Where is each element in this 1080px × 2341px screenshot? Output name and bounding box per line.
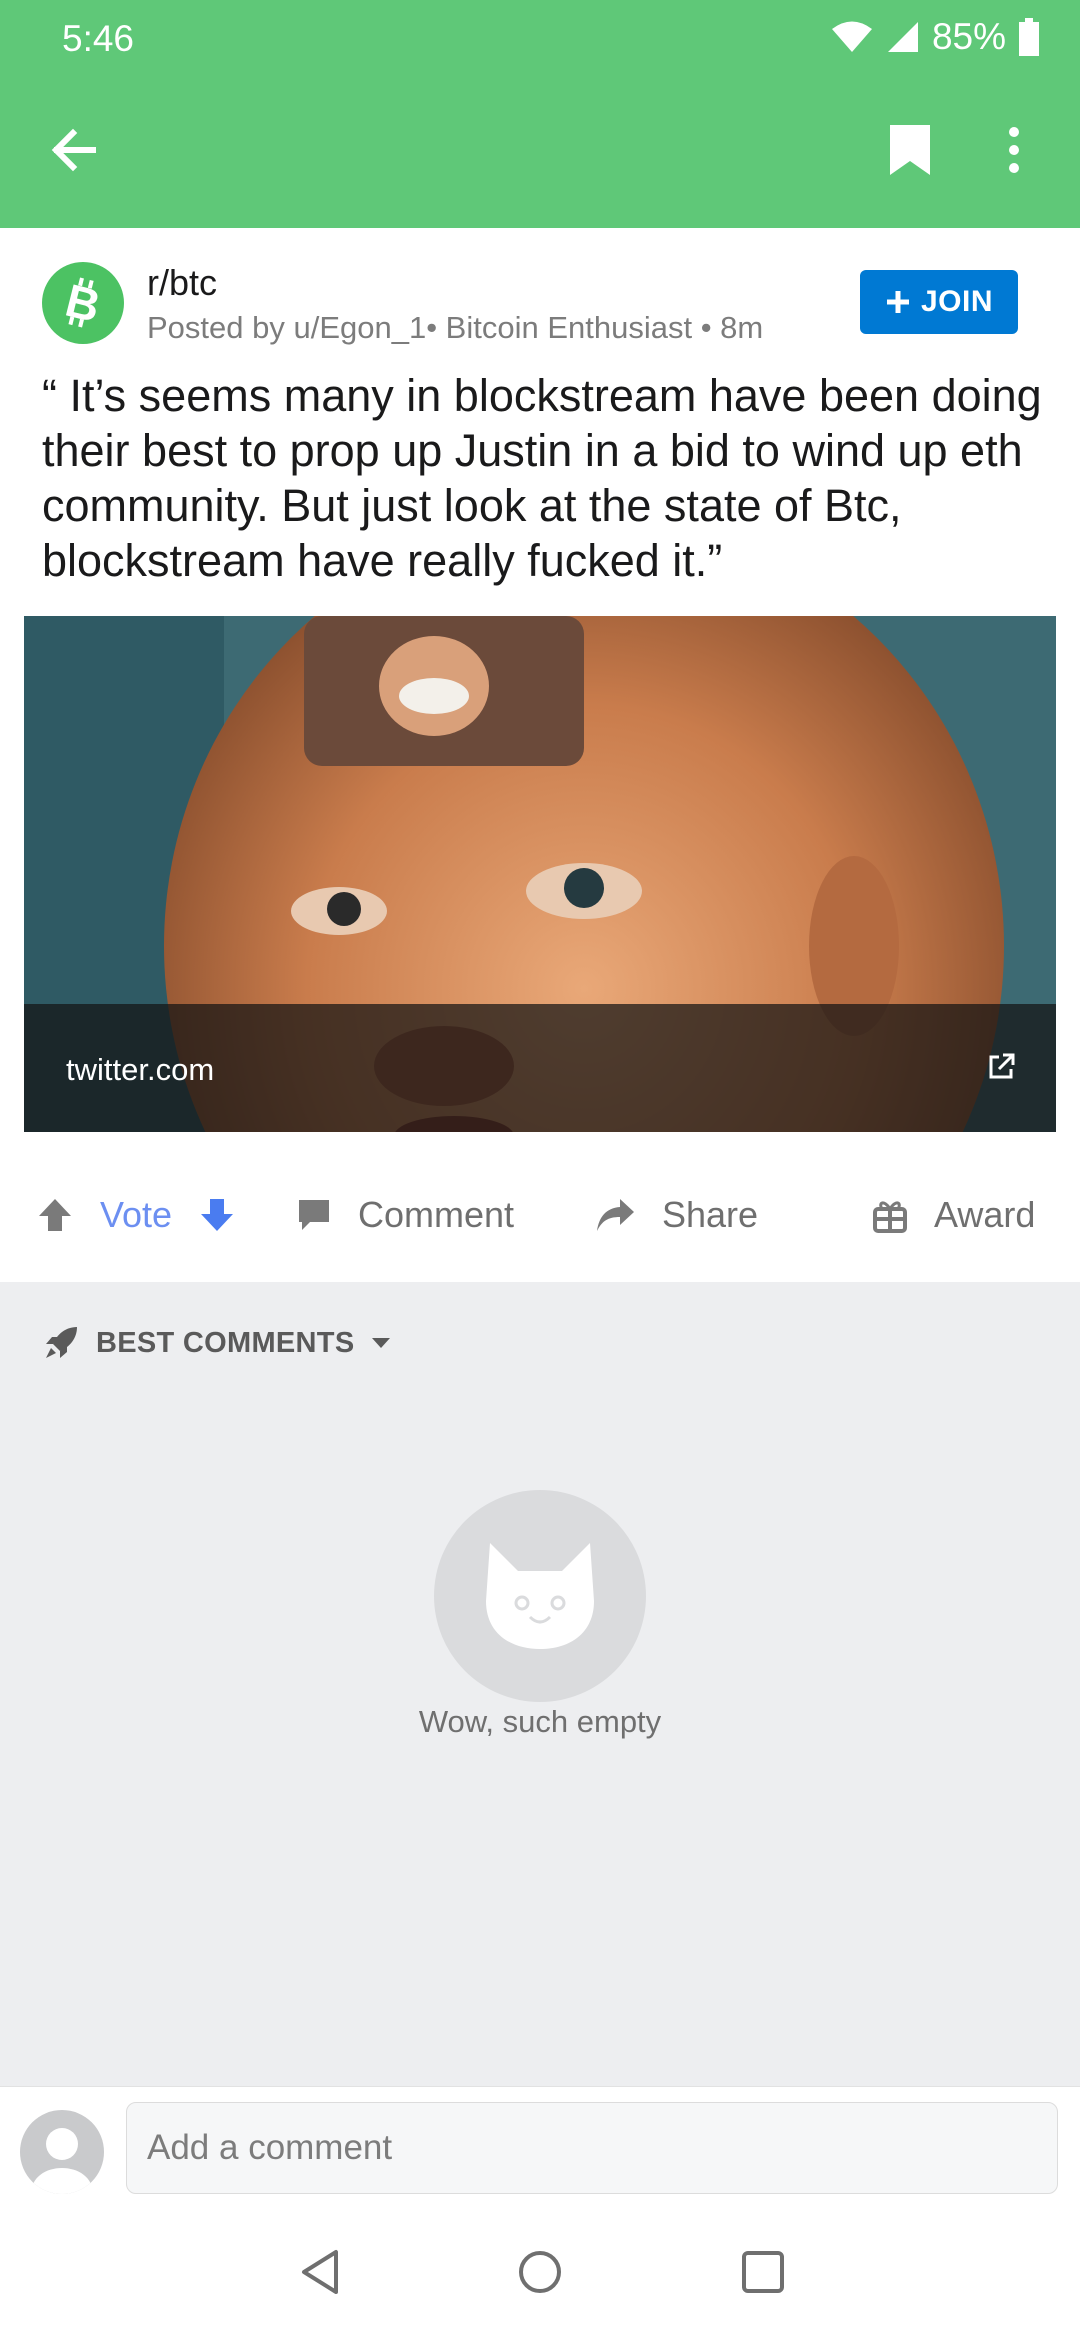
empty-state-illustration xyxy=(434,1490,646,1702)
signal-icon xyxy=(887,22,918,52)
user-silhouette-icon xyxy=(32,2128,92,2194)
save-button[interactable] xyxy=(870,110,950,190)
sort-label: BEST COMMENTS xyxy=(96,1326,355,1359)
vote-label: Vote xyxy=(100,1194,173,1235)
gift-icon xyxy=(873,1201,907,1233)
subreddit-name[interactable]: r/btc xyxy=(147,262,217,304)
back-button[interactable] xyxy=(34,110,114,190)
app-bar xyxy=(0,78,1080,228)
share-label: Share xyxy=(662,1194,759,1235)
battery-icon xyxy=(1019,18,1039,56)
upvote-icon[interactable] xyxy=(36,1196,74,1234)
back-arrow-icon xyxy=(51,128,96,172)
overflow-menu-button[interactable] xyxy=(984,110,1044,190)
bitcoin-icon: B xyxy=(61,275,106,331)
status-icons: 85% xyxy=(830,16,1040,58)
empty-state-text: Wow, such empty xyxy=(418,1704,662,1739)
comment-button[interactable]: Comment xyxy=(296,1194,514,1236)
status-time: 5:46 xyxy=(62,18,135,59)
vote-group: Vote xyxy=(36,1194,236,1236)
wifi-icon xyxy=(831,21,872,52)
more-vertical-icon xyxy=(1009,127,1019,173)
status-bar: 5:46 85% xyxy=(0,0,1080,78)
comment-input[interactable] xyxy=(126,2102,1058,2194)
post-title: “ It’s seems many in blockstream have be… xyxy=(42,370,1042,586)
downvote-icon[interactable] xyxy=(198,1196,236,1234)
nav-recents-icon[interactable] xyxy=(740,2248,786,2296)
award-button[interactable]: Award xyxy=(872,1194,1035,1236)
award-label: Award xyxy=(934,1194,1036,1235)
bookmark-icon xyxy=(890,125,930,175)
external-link-icon xyxy=(989,1053,1015,1079)
share-icon xyxy=(597,1199,634,1231)
chevron-down-icon xyxy=(372,1338,391,1348)
rocket-icon xyxy=(46,1327,77,1358)
user-avatar[interactable] xyxy=(20,2110,104,2194)
link-domain: twitter.com xyxy=(66,1052,215,1087)
link-preview[interactable]: twitter.com xyxy=(24,616,1056,1132)
comment-label: Comment xyxy=(358,1194,515,1235)
comment-icon xyxy=(299,1200,329,1230)
join-button[interactable]: JOIN xyxy=(860,270,1018,334)
post-meta: Posted by u/Egon_1• Bitcoin Enthusiast •… xyxy=(147,310,764,345)
cat-face-icon xyxy=(486,1543,594,1649)
share-button[interactable]: Share xyxy=(594,1194,758,1236)
nav-home-icon[interactable] xyxy=(516,2248,564,2296)
nav-back-icon[interactable] xyxy=(298,2248,342,2296)
join-label: JOIN xyxy=(920,285,994,318)
subreddit-avatar[interactable]: B xyxy=(42,262,124,344)
comment-sort-dropdown[interactable]: BEST COMMENTS xyxy=(42,1324,392,1362)
battery-percent: 85% xyxy=(931,16,1006,57)
plus-icon xyxy=(886,291,909,313)
